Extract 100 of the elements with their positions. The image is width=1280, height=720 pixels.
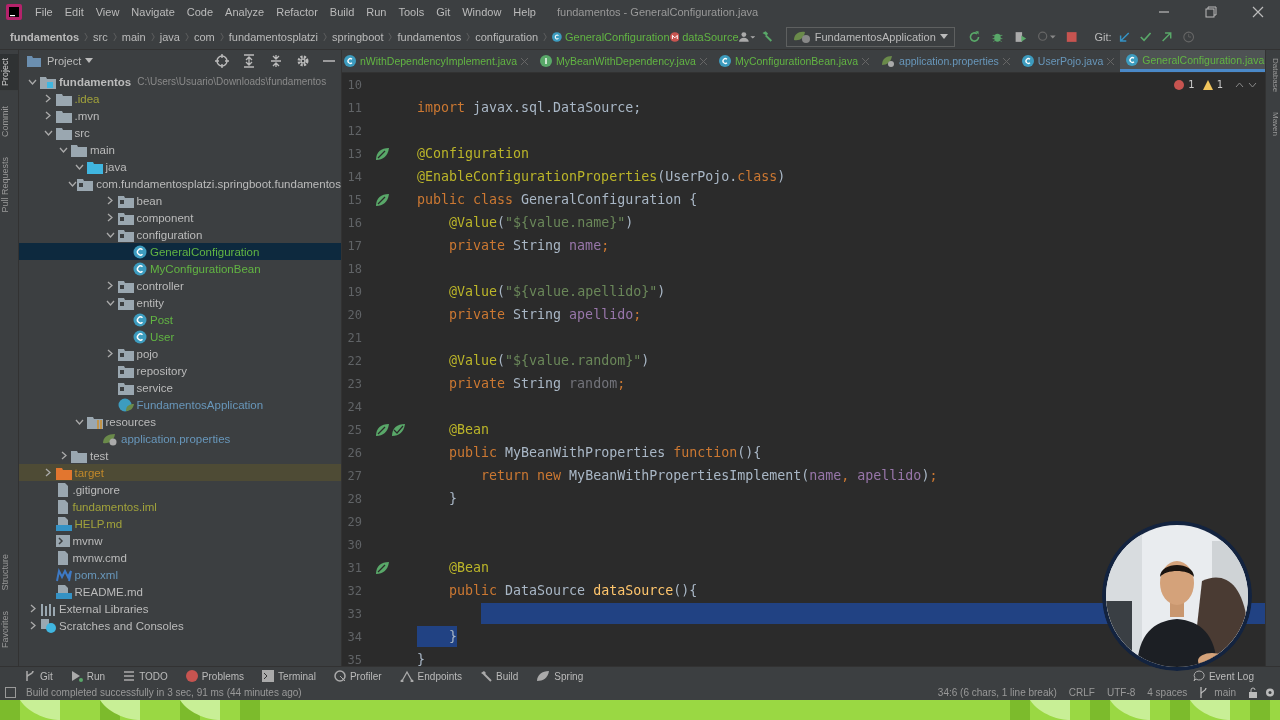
tree-row[interactable]: User	[19, 328, 341, 345]
restore-icon[interactable]	[1205, 6, 1217, 18]
stop-icon[interactable]	[1066, 29, 1078, 44]
status-item[interactable]: UTF-8	[1106, 687, 1136, 698]
tree-row[interactable]: java	[19, 158, 341, 175]
gear-icon[interactable]	[1264, 687, 1276, 698]
tool-window-button[interactable]: Terminal	[262, 670, 316, 682]
breadcrumb[interactable]: fundamentosplatzi	[228, 30, 319, 43]
tree-row[interactable]: External Libraries	[19, 600, 341, 617]
excluded-tree-row[interactable]: target	[19, 464, 341, 481]
tree-row[interactable]: .gitignore	[19, 481, 341, 498]
status-item[interactable]: CRLF	[1068, 687, 1095, 698]
selected-tree-row[interactable]: GeneralConfiguration	[19, 243, 341, 260]
tree-row[interactable]: MyConfigurationBean	[19, 260, 341, 277]
tree-row[interactable]: FundamentosApplication	[19, 396, 341, 413]
menu-item[interactable]: Analyze	[220, 6, 272, 18]
tree-row[interactable]: repository	[19, 362, 341, 379]
tree-row[interactable]: mvnw.cmd	[19, 549, 341, 566]
tree-row[interactable]: bean	[19, 192, 341, 209]
expand-all-icon[interactable]	[242, 54, 256, 68]
tool-window-button[interactable]: Spring	[536, 670, 584, 682]
tree-row[interactable]: pom.xml	[19, 566, 341, 583]
breadcrumb[interactable]: GeneralConfiguration	[564, 30, 670, 43]
tool-window-tab[interactable]: Structure	[0, 550, 18, 595]
bean-icon[interactable]	[374, 559, 390, 576]
menu-item[interactable]: Window	[457, 6, 509, 18]
tree-row[interactable]: component	[19, 209, 341, 226]
breadcrumb[interactable]: com	[193, 30, 215, 43]
tree-row[interactable]: HELP.md	[19, 515, 341, 532]
menu-item[interactable]: Navigate	[126, 6, 182, 18]
tool-window-tab[interactable]: Favorites	[0, 607, 18, 652]
bean-icon[interactable]	[374, 191, 390, 208]
tree-row[interactable]: com.fundamentosplatzi.springboot.fundamentos	[19, 175, 341, 192]
bean-icons[interactable]	[374, 421, 406, 438]
tool-window-button[interactable]: TODO	[123, 670, 168, 682]
tree-row[interactable]: Post	[19, 311, 341, 328]
breadcrumb[interactable]: fundamentos	[397, 30, 462, 43]
menu-item[interactable]: Run	[361, 6, 394, 18]
menu-item[interactable]: Refactor	[271, 6, 325, 18]
branch-label[interactable]: main	[1214, 687, 1236, 698]
tool-window-button[interactable]: Build	[480, 670, 519, 682]
run-configuration-dropdown[interactable]: FundamentosApplication	[785, 26, 955, 47]
tree-row[interactable]: .idea	[19, 90, 341, 107]
menu-item[interactable]: Tools	[393, 6, 432, 18]
settings-icon[interactable]	[296, 54, 310, 68]
tree-row[interactable]: pojo	[19, 345, 341, 362]
target-icon[interactable]	[215, 54, 229, 68]
tree-row[interactable]: service	[19, 379, 341, 396]
rerun-icon[interactable]	[967, 28, 981, 45]
breadcrumb[interactable]: fundamentos	[10, 30, 80, 43]
panel-toggle-icon[interactable]	[5, 687, 16, 698]
menu-item[interactable]: Build	[324, 6, 362, 18]
menu-item[interactable]: Help	[508, 6, 543, 18]
tool-window-tab[interactable]: Database	[1266, 50, 1280, 105]
tree-row[interactable]: src	[19, 124, 341, 141]
tree-row[interactable]: test	[19, 447, 341, 464]
tool-window-tab[interactable]: Commit	[0, 102, 18, 141]
tool-window-button[interactable]: Git	[24, 670, 53, 682]
user-icon[interactable]	[738, 29, 755, 44]
menu-item[interactable]: Edit	[59, 6, 91, 18]
tool-window-button[interactable]: Endpoints	[399, 670, 463, 682]
editor-tab[interactable]: MyBeanWithDependency.java	[534, 50, 713, 72]
tool-window-tab[interactable]: Project	[0, 54, 18, 90]
tree-row[interactable]: README.md	[19, 583, 341, 600]
tree-row[interactable]: application.properties	[19, 430, 341, 447]
editor-tab[interactable]: application.properties	[875, 50, 1016, 72]
collapse-all-icon[interactable]	[269, 54, 283, 68]
status-item[interactable]: 4 spaces	[1147, 687, 1188, 698]
tool-window-tab[interactable]: Maven	[1266, 104, 1280, 149]
arrow-icon[interactable]	[1161, 29, 1173, 44]
tree-row[interactable]: main	[19, 141, 341, 158]
tool-window-button[interactable]: Run	[70, 670, 106, 682]
menu-item[interactable]: File	[30, 6, 60, 18]
editor-tab[interactable]: MyConfigurationBean.java	[712, 50, 876, 72]
breadcrumb[interactable]: java	[159, 30, 180, 43]
menu-item[interactable]: Git	[431, 6, 458, 18]
tree-row[interactable]: .mvn	[19, 107, 341, 124]
breadcrumb[interactable]: main	[121, 30, 146, 43]
breadcrumb[interactable]: springboot	[332, 30, 384, 43]
editor-tab[interactable]: nWithDependencyImplement.java	[342, 50, 534, 72]
tree-row[interactable]: entity	[19, 294, 341, 311]
status-item[interactable]: 34:6 (6 chars, 1 line break)	[937, 687, 1057, 698]
close-icon[interactable]	[1252, 6, 1264, 18]
lock-icon[interactable]	[1248, 687, 1258, 698]
tree-row[interactable]: mvnw	[19, 532, 341, 549]
tool-window-button[interactable]: Profiler	[333, 670, 382, 682]
tree-row[interactable]: Scratches and Consoles	[19, 617, 341, 634]
breadcrumb[interactable]: configuration	[475, 30, 539, 43]
bean-icon[interactable]	[374, 145, 390, 162]
tree-row[interactable]: fundamentos C:\Users\Usuario\Downloads\fundamentos	[19, 73, 341, 90]
tool-window-tab[interactable]: Pull Requests	[0, 153, 18, 217]
warning-count[interactable]: 1	[1216, 79, 1223, 90]
caret-icon[interactable]	[85, 58, 94, 64]
tree-row[interactable]: controller	[19, 277, 341, 294]
breadcrumb[interactable]: dataSource	[682, 30, 739, 43]
breadcrumb[interactable]: src	[93, 30, 108, 43]
menu-item[interactable]: View	[90, 6, 127, 18]
event-log-button[interactable]: Event Log	[1192, 670, 1254, 682]
editor-tab[interactable]: UserPojo.java	[1015, 50, 1121, 72]
tree-row[interactable]: configuration	[19, 226, 341, 243]
